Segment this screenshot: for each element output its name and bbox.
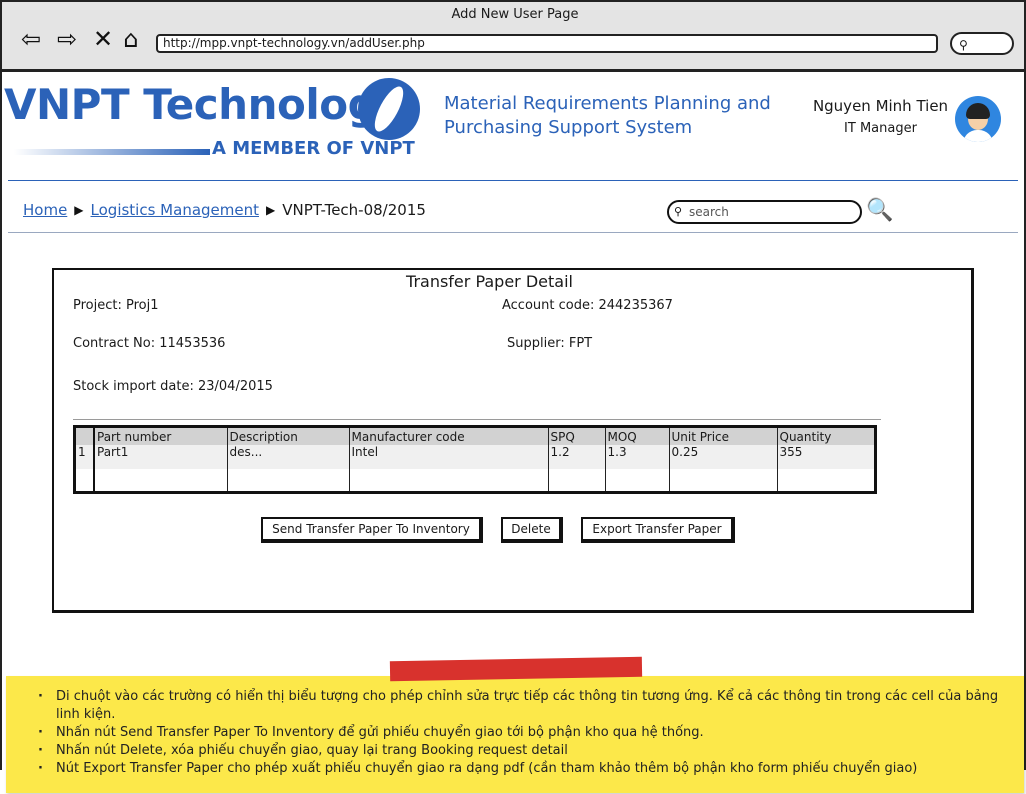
note-item: Di chuột vào các trường có hiển thị biểu… [38, 688, 1024, 724]
user-name: Nguyen Minh Tien [812, 97, 949, 115]
table-cell[interactable]: 1.3 [605, 445, 670, 469]
search-input[interactable]: ⚲ search [667, 200, 862, 224]
back-arrow-icon[interactable]: ⇦ [18, 26, 44, 52]
table-cell[interactable]: des... [227, 445, 350, 469]
home-icon[interactable]: ⌂ [118, 26, 144, 52]
table-header-cell: Part number [94, 428, 228, 445]
table-row[interactable]: 1 Part1 des... Intel 1.2 1.3 0.25 355 [76, 445, 874, 469]
note-item: Nhấn nút Delete, xóa phiếu chuyển giao, … [38, 742, 1024, 760]
chevron-right-icon: ▶ [74, 203, 84, 217]
search-icon: ⚲ [959, 38, 968, 52]
forward-arrow-icon[interactable]: ⇨ [54, 26, 80, 52]
logo-text: VNPT Technology [4, 80, 405, 129]
table-cell[interactable]: Part1 [94, 445, 228, 469]
avatar[interactable] [955, 96, 1001, 142]
user-role: IT Manager [844, 121, 917, 136]
annotation-note: Di chuột vào các trường có hiển thị biểu… [6, 676, 1024, 793]
chevron-right-icon: ▶ [266, 203, 276, 217]
window-title: Add New User Page [451, 7, 579, 22]
project-field[interactable]: Project: Proj1 [73, 298, 159, 313]
breadcrumb-divider [8, 232, 1018, 233]
contract-no-field[interactable]: Contract No: 11453536 [73, 336, 225, 351]
table-cell-index: 1 [76, 445, 95, 469]
table-header-index [76, 428, 95, 445]
send-transfer-paper-button[interactable]: Send Transfer Paper To Inventory [261, 517, 483, 543]
panel-divider [73, 419, 881, 420]
table-header-row: Part number Description Manufacturer cod… [76, 428, 874, 445]
browser-chrome: Add New User Page ⇦ ⇨ ✕ ⌂ http://mpp.vnp… [0, 0, 1026, 72]
table-header-cell: Unit Price [669, 428, 778, 445]
url-bar[interactable]: http://mpp.vnpt-technology.vn/addUser.ph… [156, 34, 938, 53]
table-cell[interactable]: 355 [777, 445, 874, 469]
close-icon[interactable]: ✕ [90, 26, 116, 52]
vnpt-logo-icon [358, 78, 420, 140]
system-name: Material Requirements Planning and Purch… [444, 93, 771, 138]
logo-bar [14, 149, 210, 155]
breadcrumb-home-link[interactable]: Home [23, 201, 67, 219]
account-code-field[interactable]: Account code: 244235367 [502, 298, 673, 313]
header-divider [8, 180, 1018, 181]
table-header-cell: SPQ [548, 428, 606, 445]
table-cell[interactable]: 1.2 [548, 445, 606, 469]
table-header-cell: Quantity [777, 428, 874, 445]
parts-table: Part number Description Manufacturer cod… [73, 425, 877, 494]
breadcrumb-logistics-link[interactable]: Logistics Management [91, 201, 259, 219]
table-header-cell: Manufacturer code [349, 428, 549, 445]
export-transfer-paper-button[interactable]: Export Transfer Paper [581, 517, 735, 543]
table-cell[interactable]: 0.25 [669, 445, 778, 469]
search-icon: ⚲ [674, 205, 683, 218]
logo-tagline: A MEMBER OF VNPT [212, 138, 415, 159]
table-row-empty [76, 469, 874, 491]
breadcrumb-current: VNPT-Tech-08/2015 [282, 201, 426, 219]
search-placeholder: search [689, 205, 729, 219]
note-item: Nút Export Transfer Paper cho phép xuất … [38, 760, 1024, 778]
table-header-cell: Description [227, 428, 350, 445]
breadcrumb: Home ▶ Logistics Management ▶ VNPT-Tech-… [23, 201, 426, 219]
supplier-field[interactable]: Supplier: FPT [507, 336, 592, 351]
search-icon[interactable]: 🔍 [866, 198, 893, 224]
delete-button[interactable]: Delete [501, 517, 563, 543]
table-cell[interactable]: Intel [349, 445, 549, 469]
note-item: Nhấn nút Send Transfer Paper To Inventor… [38, 724, 1024, 742]
table-header-cell: MOQ [605, 428, 670, 445]
panel-title: Transfer Paper Detail [406, 272, 573, 291]
stock-import-date-field[interactable]: Stock import date: 23/04/2015 [73, 379, 273, 394]
browser-search-field[interactable]: ⚲ [950, 32, 1014, 55]
